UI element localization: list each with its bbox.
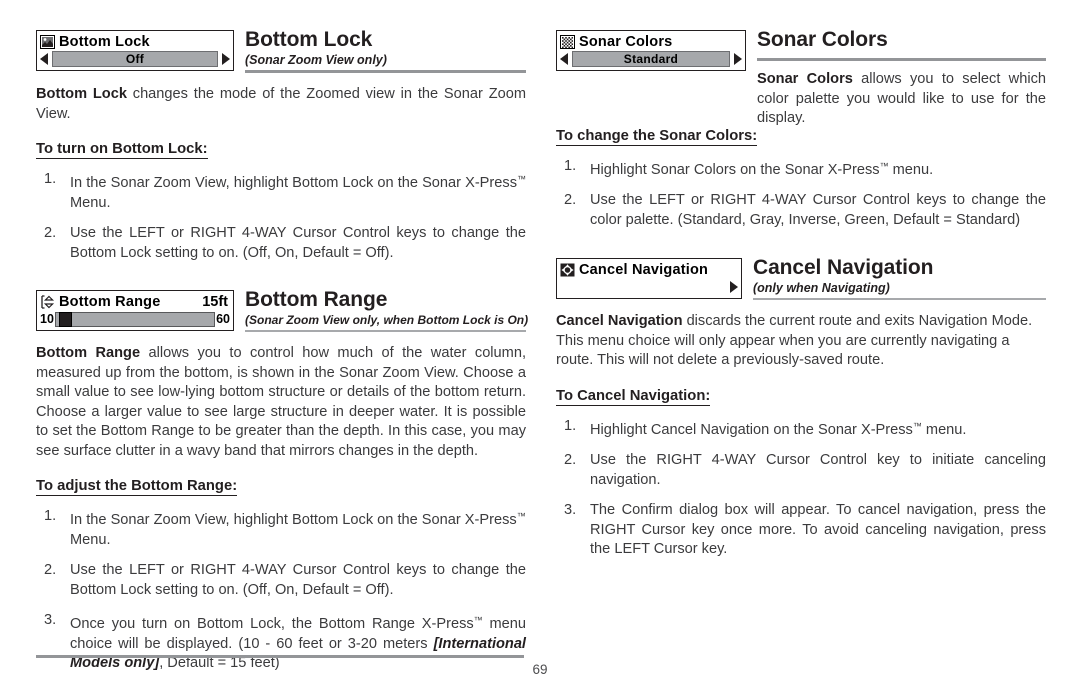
step-item: Highlight Sonar Colors on the Sonar X-Pr… [564,157,934,178]
widget-label: Sonar Colors [579,33,673,50]
step-item: Use the RIGHT 4-WAY Cursor Control key t… [564,451,1046,488]
section-bottom-range: Bottom Range 15ft 10 60 Bottom Range (So… [36,288,529,674]
right-arrow-icon[interactable] [222,53,230,65]
steps-list: Highlight Sonar Colors on the Sonar X-Pr… [556,157,1046,231]
step-item: Use the LEFT or RIGHT 4-WAY Cursor Contr… [44,561,526,598]
right-column: Sonar Colors Standard Sonar Colors Sonar… [556,28,1046,560]
widget-value[interactable]: Off [52,51,218,67]
section-rule [753,298,1046,300]
section-header: Cancel Navigation Cancel Navigation (onl… [556,256,1046,300]
right-arrow-icon[interactable] [734,53,742,65]
section-titleblock: Sonar Colors Sonar Colors allows you to … [746,28,1046,129]
manual-page: Bottom Lock Off Bottom Lock (Sonar Zoom … [0,0,1080,698]
step-item: Use the LEFT or RIGHT 4-WAY Cursor Contr… [564,191,1046,228]
slider-thumb[interactable] [59,311,73,327]
slider-track[interactable] [54,311,216,327]
intro-bold-lead: Cancel Navigation [556,313,683,329]
step-item: Use the LEFT or RIGHT 4-WAY Cursor Contr… [44,224,526,261]
page-number: 69 [532,662,548,677]
section-sonar-colors: Sonar Colors Standard Sonar Colors Sonar… [556,28,1046,231]
section-title: Bottom Lock [245,28,373,51]
section-note: (Sonar Zoom View only, when Bottom Lock … [245,313,529,327]
menu-widget-bottom-range[interactable]: Bottom Range 15ft 10 60 [36,290,234,331]
section-rule [757,58,1046,61]
step3-part-a: Once you turn on Bottom Lock, the Bottom… [70,616,474,632]
cancel-navigation-icon [560,263,575,277]
step-item: In the Sonar Zoom View, highlight Bottom… [44,170,526,211]
section-title: Sonar Colors [757,28,888,51]
section-intro-paragraph: Sonar Colors allows you to select which … [757,70,1046,129]
menu-widget-cancel-navigation[interactable]: Cancel Navigation [556,258,742,299]
widget-control-row[interactable] [560,279,738,295]
intro-bold-lead: Bottom Range [36,345,141,361]
intro-bold-lead: Sonar Colors [757,71,853,87]
subheading-change-sonar-colors: To change the Sonar Colors: [556,127,758,146]
subheading-wrap: To adjust the Bottom Range: [36,461,526,496]
trademark-symbol: ™ [516,511,526,521]
widget-title-row: Bottom Lock [40,33,230,50]
subheading-turn-on-bottom-lock: To turn on Bottom Lock: [36,141,208,159]
widget-label: Bottom Lock [59,33,150,50]
steps-list: In the Sonar Zoom View, highlight Bottom… [36,507,526,674]
slider-max-label: 60 [216,312,230,326]
steps-list: In the Sonar Zoom View, highlight Bottom… [36,170,526,263]
trademark-symbol: ™ [879,160,889,171]
bottom-lock-sonar-icon [40,34,55,49]
subheading-wrap: To turn on Bottom Lock: [36,124,526,159]
section-titleblock: Bottom Range (Sonar Zoom View only, when… [234,288,529,332]
subheading-wrap: To Cancel Navigation: [556,371,1046,406]
section-intro-paragraph: Bottom Lock changes the mode of the Zoom… [36,85,526,124]
section-bottom-lock: Bottom Lock Off Bottom Lock (Sonar Zoom … [36,28,526,263]
menu-widget-bottom-lock[interactable]: Bottom Lock Off [36,30,234,71]
intro-rest: allows you to control how much of the wa… [36,345,526,459]
slider-min-label: 10 [40,312,54,326]
steps-list: Highlight Cancel Navigation on the Sonar… [556,417,1046,560]
section-titleblock: Bottom Lock (Sonar Zoom View only) [234,28,526,73]
widget-control-row[interactable]: 10 60 [40,311,230,327]
section-header: Bottom Range 15ft 10 60 Bottom Range (So… [36,288,529,332]
section-note: (Sonar Zoom View only) [245,53,387,67]
widget-title-row: Cancel Navigation [560,261,738,278]
section-title: Bottom Range [245,288,388,311]
subheading-adjust-bottom-range: To adjust the Bottom Range: [36,478,238,496]
widget-title-row: Bottom Range 15ft [40,293,230,310]
left-arrow-icon[interactable] [40,53,48,65]
section-title: Cancel Navigation [753,256,934,279]
right-arrow-icon[interactable] [730,281,738,293]
bottom-range-icon [40,294,55,309]
step-item: The Confirm dialog box will appear. To c… [564,501,1046,557]
bottom-range-slider[interactable]: 10 60 [40,311,230,327]
section-header: Bottom Lock Off Bottom Lock (Sonar Zoom … [36,28,526,73]
trademark-symbol: ™ [473,615,483,625]
widget-value[interactable]: Standard [572,51,730,67]
widget-title-row: Sonar Colors [560,33,742,50]
step-item: Highlight Cancel Navigation on the Sonar… [564,417,967,438]
section-cancel-navigation: Cancel Navigation Cancel Navigation (onl… [556,256,1046,560]
widget-label: Bottom Range [59,293,161,310]
intro-bold-lead: Bottom Lock [36,86,127,102]
section-rule [245,70,526,73]
section-intro-paragraph: Cancel Navigation discards the current r… [556,312,1046,371]
widget-control-row[interactable]: Off [40,51,230,67]
left-column: Bottom Lock Off Bottom Lock (Sonar Zoom … [36,28,529,674]
footer-rule [36,655,524,658]
section-titleblock: Cancel Navigation (only when Navigating) [742,256,1046,300]
widget-control-row[interactable]: Standard [560,51,742,67]
subheading-cancel-navigation: To Cancel Navigation: [556,387,711,406]
section-note: (only when Navigating) [753,281,890,295]
trademark-symbol: ™ [517,174,526,184]
sonar-colors-checker-icon [560,34,575,49]
step-item: In the Sonar Zoom View, highlight Bottom… [44,507,526,548]
left-arrow-icon[interactable] [560,53,568,65]
section-rule [245,330,526,332]
trademark-symbol: ™ [912,420,922,431]
widget-value-readout: 15ft [202,293,228,310]
menu-widget-sonar-colors[interactable]: Sonar Colors Standard [556,30,746,71]
section-intro-paragraph: Bottom Range allows you to control how m… [36,344,526,461]
widget-label: Cancel Navigation [579,261,709,278]
